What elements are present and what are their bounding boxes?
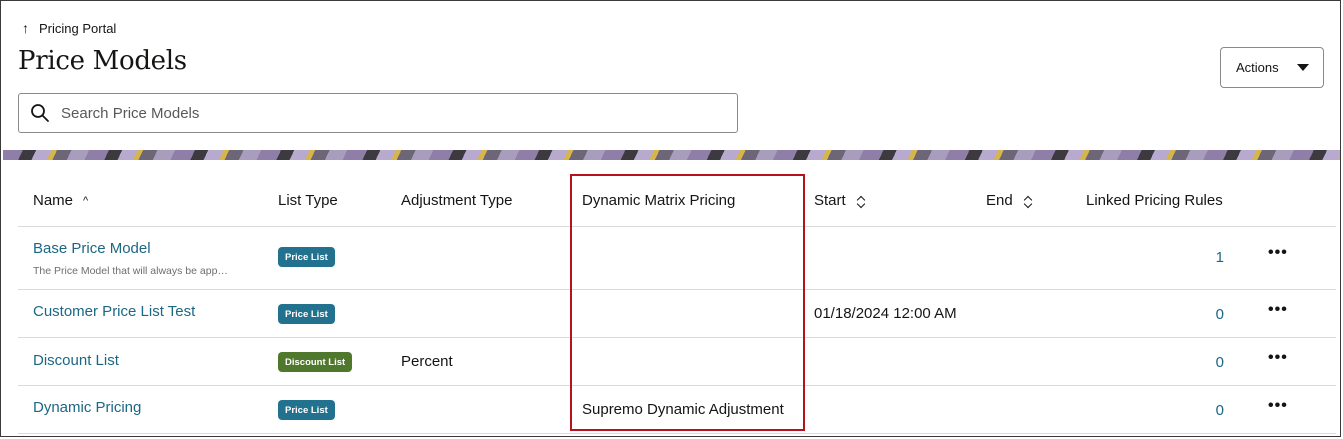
linked-rules-count-link[interactable]: 0 bbox=[1204, 402, 1224, 419]
back-link[interactable]: ↑ Pricing Portal bbox=[22, 20, 116, 36]
price-model-name-link[interactable]: Customer Price List Test bbox=[33, 303, 195, 320]
caret-down-icon bbox=[1296, 64, 1309, 71]
column-header-dynamic-matrix-pricing: Dynamic Matrix Pricing bbox=[582, 192, 735, 209]
column-header-label: Dynamic Matrix Pricing bbox=[582, 192, 736, 209]
search-icon bbox=[31, 104, 49, 122]
actions-button[interactable]: Actions bbox=[1220, 47, 1324, 88]
column-header-end[interactable]: End bbox=[986, 192, 1033, 209]
page-title: Price Models bbox=[18, 46, 187, 76]
sort-unsorted-icon bbox=[856, 194, 866, 208]
column-header-label: End bbox=[986, 192, 1013, 209]
row-actions-more-icon[interactable]: ••• bbox=[1268, 244, 1288, 262]
price-model-name-link[interactable]: Discount List bbox=[33, 352, 119, 369]
column-header-start[interactable]: Start bbox=[814, 192, 866, 209]
price-models-table: Name ^ List Type Adjustment Type Dynamic… bbox=[18, 176, 1336, 434]
table-row: Dynamic Pricing Price List Supremo Dynam… bbox=[18, 386, 1336, 434]
column-header-list-type: List Type bbox=[278, 192, 338, 209]
column-header-label: Adjustment Type bbox=[401, 192, 513, 209]
start-date-value: 01/18/2024 12:00 AM bbox=[814, 305, 957, 322]
list-type-badge: Price List bbox=[278, 304, 335, 324]
linked-rules-count-link[interactable]: 0 bbox=[1204, 306, 1224, 323]
column-header-linked-pricing-rules: Linked Pricing Rules bbox=[1086, 192, 1223, 209]
search-field[interactable] bbox=[18, 93, 738, 133]
price-model-description: The Price Model that will always be app… bbox=[33, 265, 228, 277]
list-type-badge: Price List bbox=[278, 247, 335, 267]
row-actions-more-icon[interactable]: ••• bbox=[1268, 397, 1288, 415]
linked-rules-count-link[interactable]: 0 bbox=[1204, 354, 1224, 371]
dynamic-matrix-value: Supremo Dynamic Adjustment bbox=[582, 401, 784, 418]
back-link-label: Pricing Portal bbox=[39, 20, 117, 36]
linked-rules-count-link[interactable]: 1 bbox=[1204, 249, 1224, 266]
column-header-label: Start bbox=[814, 192, 846, 209]
column-header-adjustment-type: Adjustment Type bbox=[401, 192, 512, 209]
table-row: Discount List Discount List Percent 0 ••… bbox=[18, 338, 1336, 386]
search-input[interactable] bbox=[59, 103, 683, 123]
list-type-badge: Discount List bbox=[278, 352, 353, 372]
price-model-name-link[interactable]: Base Price Model bbox=[33, 240, 151, 257]
decorative-banner bbox=[3, 150, 1340, 160]
arrow-up-icon: ↑ bbox=[22, 20, 29, 36]
actions-button-label: Actions bbox=[1236, 60, 1279, 75]
column-header-label: List Type bbox=[278, 192, 338, 209]
column-header-label: Name bbox=[33, 192, 74, 209]
adjustment-type-value: Percent bbox=[401, 353, 453, 370]
column-header-label: Linked Pricing Rules bbox=[1086, 192, 1223, 209]
table-row: Base Price Model The Price Model that wi… bbox=[18, 227, 1336, 290]
price-model-name-link[interactable]: Dynamic Pricing bbox=[33, 399, 141, 416]
table-header: Name ^ List Type Adjustment Type Dynamic… bbox=[18, 176, 1336, 227]
table-row: Customer Price List Test Price List 01/1… bbox=[18, 290, 1336, 338]
row-actions-more-icon[interactable]: ••• bbox=[1268, 301, 1288, 319]
sort-unsorted-icon bbox=[1023, 194, 1033, 208]
row-actions-more-icon[interactable]: ••• bbox=[1268, 349, 1288, 367]
list-type-badge: Price List bbox=[278, 400, 335, 420]
column-header-name[interactable]: Name ^ bbox=[33, 192, 88, 209]
sort-ascending-icon: ^ bbox=[83, 194, 89, 207]
